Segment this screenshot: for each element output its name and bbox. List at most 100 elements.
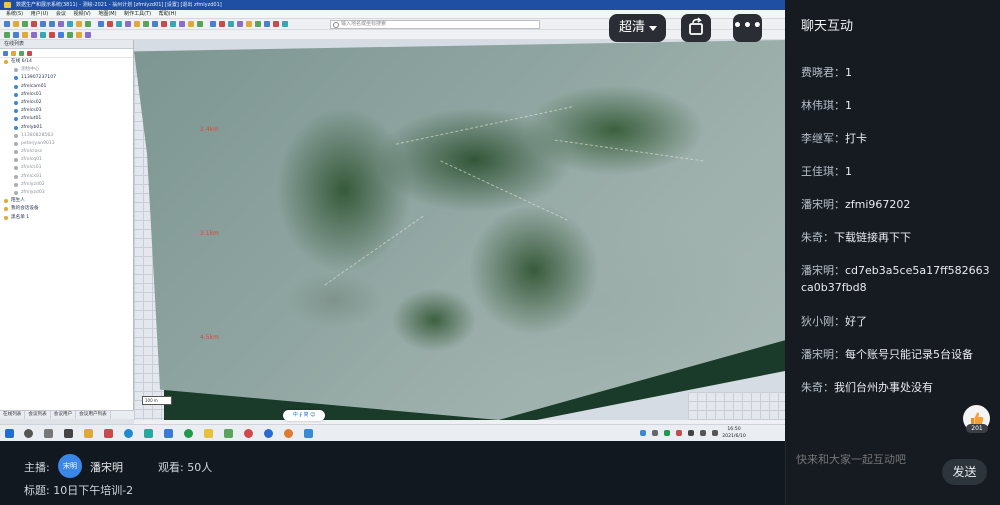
more-options-button[interactable]: ••• <box>733 14 762 42</box>
zoom-out-icon[interactable] <box>49 21 55 27</box>
tree-item[interactable]: 113907237107 <box>0 74 133 82</box>
tree-item[interactable]: 在线 6/14 <box>0 58 133 66</box>
folder-icon[interactable] <box>84 429 93 438</box>
tool-icon[interactable] <box>85 32 91 38</box>
export-icon[interactable] <box>282 21 288 27</box>
tray-icon[interactable] <box>640 430 646 436</box>
tab-meeting-list[interactable]: 会议列表 <box>25 411 51 419</box>
search-icon[interactable] <box>24 429 33 438</box>
draw-circle-icon[interactable] <box>228 21 234 27</box>
rotate-screen-button[interactable] <box>681 14 711 42</box>
tray-icon[interactable] <box>664 430 670 436</box>
volume-icon[interactable] <box>712 430 718 436</box>
tree-item[interactable]: peterjyan9013 <box>0 140 133 148</box>
settings-icon[interactable] <box>134 21 140 27</box>
draw-polygon-icon[interactable] <box>219 21 225 27</box>
tool-icon[interactable] <box>13 32 19 38</box>
app-icon[interactable] <box>264 429 273 438</box>
app-icon[interactable] <box>64 429 73 438</box>
tray-icon[interactable] <box>688 430 694 436</box>
chrome-icon[interactable] <box>244 429 253 438</box>
delete-icon[interactable] <box>31 21 37 27</box>
tree-item[interactable]: 我的会话设备 <box>0 205 133 213</box>
save-icon[interactable] <box>22 21 28 27</box>
draw-line-icon[interactable] <box>210 21 216 27</box>
quality-selector[interactable]: 超清 <box>609 14 666 42</box>
tree-item[interactable]: zfmlyzd03 <box>0 189 133 197</box>
tray-icon[interactable] <box>676 430 682 436</box>
menu-item[interactable]: 制作工具(T) <box>124 11 151 17</box>
tree-item[interactable]: zfmlcs01 <box>0 164 133 172</box>
search-icon[interactable] <box>3 51 8 56</box>
redo-icon[interactable] <box>264 21 270 27</box>
tree-item[interactable]: zfmlcam01 <box>0 83 133 91</box>
open-icon[interactable] <box>13 21 19 27</box>
pan-icon[interactable] <box>58 21 64 27</box>
menu-item[interactable]: 会议 <box>56 11 66 17</box>
refresh-icon[interactable] <box>85 21 91 27</box>
text-icon[interactable] <box>246 21 252 27</box>
tab-meeting-user-list[interactable]: 会议用户列表 <box>76 411 111 419</box>
print-icon[interactable] <box>197 21 203 27</box>
send-button[interactable]: 发送 <box>942 459 987 485</box>
taskbar-clock[interactable]: 16:50 2021/6/10 <box>719 426 749 440</box>
tool-icon[interactable] <box>58 32 64 38</box>
video-player[interactable]: 数据生产和展示系统(3811) - 测绘-2021 - 翁州计划 [zfmlyz… <box>0 0 785 441</box>
tree-item[interactable]: 黑名单 1 <box>0 214 133 222</box>
record-icon[interactable] <box>107 21 113 27</box>
group-icon[interactable] <box>152 21 158 27</box>
menu-item[interactable]: 系统(S) <box>6 11 23 17</box>
wifi-icon[interactable] <box>700 430 706 436</box>
tree-item[interactable]: zfmlcs02 <box>0 99 133 107</box>
measure-icon[interactable] <box>67 21 73 27</box>
new-icon[interactable] <box>4 21 10 27</box>
windows-start-icon[interactable] <box>5 429 14 438</box>
app-icon[interactable] <box>304 429 313 438</box>
zoom-in-icon[interactable] <box>40 21 46 27</box>
tool-icon[interactable] <box>67 32 73 38</box>
alarm-icon[interactable] <box>161 21 167 27</box>
task-view-icon[interactable] <box>44 429 53 438</box>
video-icon[interactable] <box>98 21 104 27</box>
tree-item[interactable]: zfmlut01 <box>0 115 133 123</box>
refresh-icon[interactable] <box>19 51 24 56</box>
map-view[interactable]: 2.4km 3.1km 4.5km 100 m <box>134 40 785 420</box>
host-avatar[interactable]: 宋明 <box>58 454 82 478</box>
tree-item[interactable]: zfmlcs01 <box>0 91 133 99</box>
app-icon[interactable] <box>164 429 173 438</box>
photo-icon[interactable] <box>188 21 194 27</box>
track-icon[interactable] <box>170 21 176 27</box>
tree-item[interactable]: zfmlcloss <box>0 148 133 156</box>
chat-icon[interactable] <box>125 21 131 27</box>
filter-icon[interactable] <box>11 51 16 56</box>
menu-item[interactable]: 用户(U) <box>31 11 49 17</box>
tool-icon[interactable] <box>40 32 46 38</box>
share-icon[interactable] <box>116 21 122 27</box>
chat-input[interactable] <box>796 454 936 466</box>
tree-item[interactable]: zfmlcq01 <box>0 156 133 164</box>
input-method-bar[interactable]: 中 ∮ 简 ☺ <box>283 410 325 421</box>
tray-icon[interactable] <box>652 430 658 436</box>
layer-icon[interactable] <box>76 21 82 27</box>
tree-item[interactable]: zfmlcs03 <box>0 107 133 115</box>
edge-icon[interactable] <box>124 429 133 438</box>
clear-icon[interactable] <box>273 21 279 27</box>
tool-icon[interactable] <box>4 32 10 38</box>
map-search-input[interactable]: 输入地名或坐标搜索 <box>330 20 540 29</box>
user-icon[interactable] <box>143 21 149 27</box>
menu-item[interactable]: 地图(M) <box>98 11 116 17</box>
app-icon[interactable] <box>204 429 213 438</box>
tab-meeting-users[interactable]: 会议用户 <box>51 411 77 419</box>
tree-item[interactable]: zfmlyb01 <box>0 124 133 132</box>
app-icon[interactable] <box>184 429 193 438</box>
menu-item[interactable]: 帮助(H) <box>159 11 177 17</box>
tool-icon[interactable] <box>49 32 55 38</box>
mark-icon[interactable] <box>179 21 185 27</box>
tool-icon[interactable] <box>31 32 37 38</box>
tool-icon[interactable] <box>76 32 82 38</box>
tree-item[interactable]: 陌生人 <box>0 197 133 205</box>
settings-icon[interactable] <box>27 51 32 56</box>
app-icon[interactable] <box>224 429 233 438</box>
tree-item[interactable]: zfmlyzd02 <box>0 181 133 189</box>
tree-item[interactable]: zfmlcx01 <box>0 173 133 181</box>
